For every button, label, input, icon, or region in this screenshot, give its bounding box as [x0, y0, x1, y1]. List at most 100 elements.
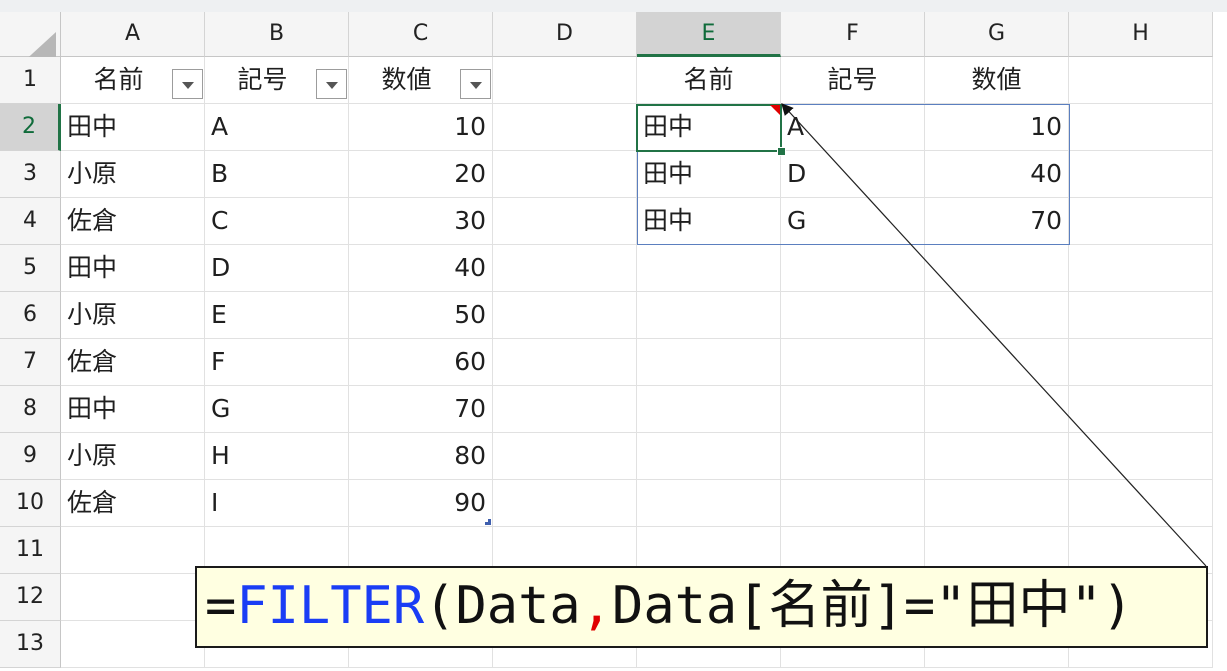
cell-h4[interactable] — [1069, 198, 1213, 245]
cell-c3[interactable]: 20 — [349, 151, 493, 198]
column-header-g[interactable]: G — [925, 12, 1069, 57]
cell-e10[interactable] — [637, 480, 781, 527]
cell-c6[interactable]: 50 — [349, 292, 493, 339]
cell-d1[interactable] — [493, 57, 637, 104]
cell-f4[interactable]: G — [781, 198, 925, 245]
column-header-h[interactable]: H — [1069, 12, 1213, 57]
row-header-2[interactable]: 2 — [0, 104, 61, 151]
filter-dropdown-icon[interactable] — [172, 69, 203, 99]
cell-a11[interactable] — [61, 527, 205, 574]
comment-indicator-icon[interactable] — [770, 105, 780, 115]
cell-e9[interactable] — [637, 433, 781, 480]
cell-a3[interactable]: 小原 — [61, 151, 205, 198]
cell-a5[interactable]: 田中 — [61, 245, 205, 292]
row-header-4[interactable]: 4 — [0, 198, 61, 245]
cell-a4[interactable]: 佐倉 — [61, 198, 205, 245]
cell-g6[interactable] — [925, 292, 1069, 339]
cell-b4[interactable]: C — [205, 198, 349, 245]
cell-c8[interactable]: 70 — [349, 386, 493, 433]
fill-handle[interactable] — [777, 147, 786, 156]
cell-e1[interactable]: 名前 — [637, 57, 781, 104]
cell-a6[interactable]: 小原 — [61, 292, 205, 339]
cell-a12[interactable] — [61, 574, 205, 621]
cell-g9[interactable] — [925, 433, 1069, 480]
cell-c5[interactable]: 40 — [349, 245, 493, 292]
cell-f10[interactable] — [781, 480, 925, 527]
cell-a13[interactable] — [61, 621, 205, 668]
column-header-e[interactable]: E — [637, 12, 781, 57]
cell-g7[interactable] — [925, 339, 1069, 386]
cell-g3[interactable]: 40 — [925, 151, 1069, 198]
cell-b3[interactable]: B — [205, 151, 349, 198]
cell-a8[interactable]: 田中 — [61, 386, 205, 433]
cell-b2[interactable]: A — [205, 104, 349, 151]
row-header-12[interactable]: 12 — [0, 574, 61, 621]
cell-e6[interactable] — [637, 292, 781, 339]
column-header-c[interactable]: C — [349, 12, 493, 57]
column-header-a[interactable]: A — [61, 12, 205, 57]
select-all-corner[interactable] — [0, 12, 61, 65]
cell-e4[interactable]: 田中 — [637, 198, 781, 245]
cell-f5[interactable] — [781, 245, 925, 292]
cell-d6[interactable] — [493, 292, 637, 339]
cell-d3[interactable] — [493, 151, 637, 198]
cell-g4[interactable]: 70 — [925, 198, 1069, 245]
column-header-f[interactable]: F — [781, 12, 925, 57]
row-header-11[interactable]: 11 — [0, 527, 61, 574]
row-header-13[interactable]: 13 — [0, 621, 61, 668]
cell-c2[interactable]: 10 — [349, 104, 493, 151]
row-header-7[interactable]: 7 — [0, 339, 61, 386]
cell-d7[interactable] — [493, 339, 637, 386]
column-header-d[interactable]: D — [493, 12, 637, 57]
cell-c9[interactable]: 80 — [349, 433, 493, 480]
cell-b5[interactable]: D — [205, 245, 349, 292]
cell-f9[interactable] — [781, 433, 925, 480]
cell-e7[interactable] — [637, 339, 781, 386]
cell-f2[interactable]: A — [781, 104, 925, 151]
cell-e3[interactable]: 田中 — [637, 151, 781, 198]
spreadsheet-grid[interactable]: ABCDEFGH 1 2 3 4 5 6 7 8 9 10 11 12 13 名前 記号 数値 名前 記号 数値田… — [0, 0, 1227, 671]
cell-h9[interactable] — [1069, 433, 1213, 480]
row-header-9[interactable]: 9 — [0, 433, 61, 480]
cell-g8[interactable] — [925, 386, 1069, 433]
cell-e8[interactable] — [637, 386, 781, 433]
cell-h8[interactable] — [1069, 386, 1213, 433]
cell-c7[interactable]: 60 — [349, 339, 493, 386]
cell-f1[interactable]: 記号 — [781, 57, 925, 104]
row-header-5[interactable]: 5 — [0, 245, 61, 292]
cell-e5[interactable] — [637, 245, 781, 292]
cell-g10[interactable] — [925, 480, 1069, 527]
cell-f8[interactable] — [781, 386, 925, 433]
row-header-10[interactable]: 10 — [0, 480, 61, 527]
row-header-3[interactable]: 3 — [0, 151, 61, 198]
cell-h10[interactable] — [1069, 480, 1213, 527]
cell-d4[interactable] — [493, 198, 637, 245]
column-header-b[interactable]: B — [205, 12, 349, 57]
cell-d10[interactable] — [493, 480, 637, 527]
cell-d8[interactable] — [493, 386, 637, 433]
cell-h2[interactable] — [1069, 104, 1213, 151]
row-header-8[interactable]: 8 — [0, 386, 61, 433]
cell-d2[interactable] — [493, 104, 637, 151]
cell-f7[interactable] — [781, 339, 925, 386]
cell-b10[interactable]: I — [205, 480, 349, 527]
cell-b7[interactable]: F — [205, 339, 349, 386]
cell-b6[interactable]: E — [205, 292, 349, 339]
cell-g1[interactable]: 数値 — [925, 57, 1069, 104]
cell-a7[interactable]: 佐倉 — [61, 339, 205, 386]
cell-f6[interactable] — [781, 292, 925, 339]
table-resize-handle-icon[interactable] — [485, 519, 491, 525]
cell-c4[interactable]: 30 — [349, 198, 493, 245]
cell-g5[interactable] — [925, 245, 1069, 292]
cell-f3[interactable]: D — [781, 151, 925, 198]
cell-h3[interactable] — [1069, 151, 1213, 198]
cell-h1[interactable] — [1069, 57, 1213, 104]
cell-d5[interactable] — [493, 245, 637, 292]
row-header-6[interactable]: 6 — [0, 292, 61, 339]
filter-dropdown-icon[interactable] — [460, 69, 491, 99]
cell-a2[interactable]: 田中 — [61, 104, 205, 151]
cell-b9[interactable]: H — [205, 433, 349, 480]
filter-dropdown-icon[interactable] — [316, 69, 347, 99]
cell-h6[interactable] — [1069, 292, 1213, 339]
cell-d9[interactable] — [493, 433, 637, 480]
